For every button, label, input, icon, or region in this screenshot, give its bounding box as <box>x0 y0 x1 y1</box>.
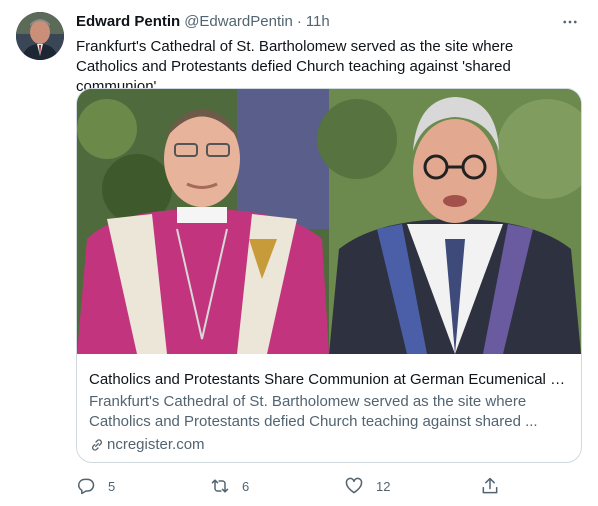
share-button[interactable] <box>480 474 500 498</box>
card-description: Frankfurt's Cathedral of St. Bartholomew… <box>89 393 538 430</box>
reply-count: 5 <box>108 478 116 494</box>
card-title[interactable]: Catholics and Protestants Share Communio… <box>89 370 571 390</box>
timestamp[interactable]: 11h <box>306 12 330 32</box>
link-icon <box>89 437 105 453</box>
card-body[interactable]: Catholics and Protestants Share Communio… <box>89 370 571 455</box>
card-image[interactable] <box>77 89 581 354</box>
retweet-icon <box>210 476 230 496</box>
card-domain-text: ncregister.com <box>107 436 205 453</box>
reply-icon <box>76 476 96 496</box>
avatar[interactable] <box>16 12 64 60</box>
retweet-count: 6 <box>242 478 250 494</box>
heart-icon <box>344 476 364 496</box>
tweet-actions: 5 6 12 <box>76 474 516 498</box>
like-count: 12 <box>376 478 391 494</box>
reply-button[interactable]: 5 <box>76 474 115 498</box>
author-name[interactable]: Edward Pentin <box>76 12 180 32</box>
card-domain[interactable]: ncregister.com <box>89 435 571 455</box>
share-icon <box>480 476 500 496</box>
author-handle[interactable]: @EdwardPentin <box>184 12 293 32</box>
link-card[interactable]: Catholics and Protestants Share Communio… <box>76 88 582 463</box>
separator-dot: · <box>296 13 302 30</box>
tweet[interactable]: Edward Pentin @EdwardPentin · 11h Frankf… <box>0 0 598 506</box>
tweet-header: Edward Pentin @EdwardPentin · 11h <box>76 12 582 32</box>
like-button[interactable]: 12 <box>344 474 390 498</box>
more-horizontal-icon[interactable] <box>558 12 582 32</box>
retweet-button[interactable]: 6 <box>210 474 249 498</box>
